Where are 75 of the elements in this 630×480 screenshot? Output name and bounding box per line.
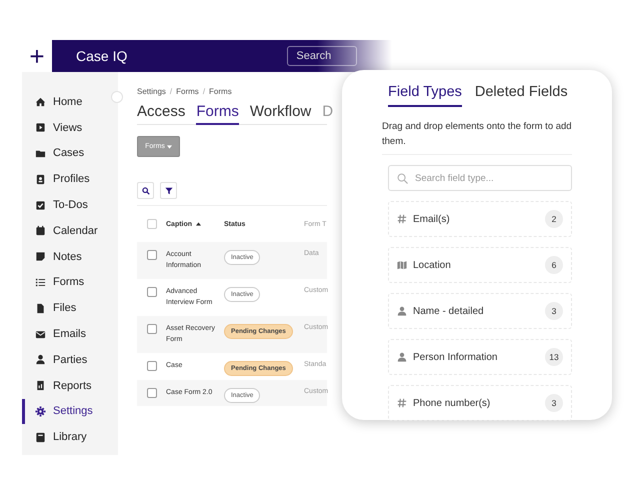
sidebar-item[interactable]: Emails bbox=[22, 321, 111, 347]
list-icon bbox=[35, 276, 46, 288]
search-button[interactable] bbox=[137, 182, 154, 199]
count-badge: 6 bbox=[545, 256, 563, 274]
settings-icon bbox=[35, 406, 46, 417]
field-type-item[interactable]: Person Information 13 bbox=[388, 339, 572, 375]
sidebar-item[interactable]: Reports bbox=[22, 372, 111, 399]
person-icon bbox=[397, 306, 407, 316]
caret-icon bbox=[166, 144, 172, 148]
search-field[interactable]: Search field type... bbox=[388, 165, 572, 191]
tab[interactable]: Forms bbox=[196, 103, 239, 125]
breadcrumb-link[interactable]: Settings bbox=[137, 87, 166, 96]
file-icon bbox=[35, 302, 46, 314]
breadcrumb-separator: / bbox=[202, 87, 206, 96]
search-field[interactable]: Search bbox=[287, 46, 358, 66]
sidebar-item[interactable]: Settings bbox=[22, 398, 111, 424]
field-type-label: Email(s) bbox=[413, 214, 451, 224]
sidebar-item[interactable]: Parties bbox=[22, 346, 111, 373]
collapse-handle[interactable] bbox=[111, 91, 123, 103]
sidebar-item[interactable]: Views bbox=[22, 114, 111, 141]
instruction-text: Drag and drop elements onto the form to add them. bbox=[382, 119, 572, 155]
row-checkbox[interactable] bbox=[147, 361, 157, 371]
sidebar-item[interactable]: Notes bbox=[22, 244, 111, 270]
map-icon bbox=[397, 260, 407, 270]
person-icon bbox=[397, 352, 407, 362]
field-type-label: Person Information bbox=[413, 352, 498, 362]
search-icon bbox=[397, 172, 408, 184]
field-type-label: Name - detailed bbox=[413, 306, 485, 316]
field-type-item[interactable]: Location 6 bbox=[388, 247, 572, 283]
row-checkbox[interactable] bbox=[147, 287, 157, 297]
breadcrumb-link[interactable]: Forms bbox=[209, 87, 232, 96]
row-checkbox[interactable] bbox=[147, 324, 157, 334]
envelope-icon bbox=[35, 328, 46, 340]
sidebar-item[interactable]: Home bbox=[22, 89, 111, 115]
sidebar-item[interactable]: Library bbox=[22, 424, 111, 450]
field-type-label: Location bbox=[413, 260, 452, 270]
filter-button[interactable] bbox=[160, 182, 177, 199]
id-card-icon bbox=[35, 174, 46, 185]
report-icon bbox=[35, 380, 46, 392]
hash-icon bbox=[397, 398, 407, 408]
sort-icon bbox=[196, 222, 202, 226]
field-type-label: Phone number(s) bbox=[413, 398, 492, 408]
home-icon bbox=[35, 96, 46, 108]
note-icon bbox=[35, 251, 46, 262]
row-checkbox[interactable] bbox=[147, 388, 157, 398]
select-all-checkbox[interactable] bbox=[147, 219, 157, 229]
field-type-item[interactable]: Name - detailed 3 bbox=[388, 293, 572, 329]
tab[interactable]: Workflow bbox=[250, 103, 312, 125]
sidebar-item[interactable]: Calendar bbox=[22, 218, 111, 244]
tab[interactable]: Access bbox=[137, 103, 186, 125]
sidebar-item[interactable]: To-Dos bbox=[22, 192, 111, 218]
breadcrumb-link[interactable]: Forms bbox=[176, 87, 199, 96]
sidebar-item[interactable]: Cases bbox=[22, 140, 111, 166]
field-type-item[interactable]: Email(s) 2 bbox=[388, 201, 572, 237]
sidebar-item[interactable]: Profiles bbox=[22, 166, 111, 192]
sidebar-item[interactable]: Files bbox=[22, 295, 111, 322]
count-badge: 13 bbox=[545, 348, 563, 366]
play-square-icon bbox=[35, 122, 46, 134]
sidebar-item[interactable]: Forms bbox=[22, 270, 111, 296]
book-icon bbox=[35, 432, 46, 443]
count-badge: 3 bbox=[545, 302, 563, 320]
tab[interactable]: Deleted Fields bbox=[474, 82, 568, 107]
person-icon bbox=[35, 354, 46, 366]
breadcrumb-separator: / bbox=[170, 87, 172, 96]
filter-icon bbox=[164, 186, 172, 194]
checkbox-icon bbox=[35, 200, 46, 211]
brand-logo: Case IQ bbox=[76, 48, 128, 64]
count-badge: 2 bbox=[545, 210, 563, 228]
row-checkbox[interactable] bbox=[147, 250, 157, 260]
count-badge: 3 bbox=[545, 394, 563, 412]
calendar-icon bbox=[35, 225, 46, 236]
field-type-item[interactable]: Phone number(s) 3 bbox=[388, 385, 572, 421]
tab[interactable]: Field Types bbox=[388, 82, 462, 107]
search-icon bbox=[142, 186, 150, 194]
hash-icon bbox=[397, 214, 407, 224]
